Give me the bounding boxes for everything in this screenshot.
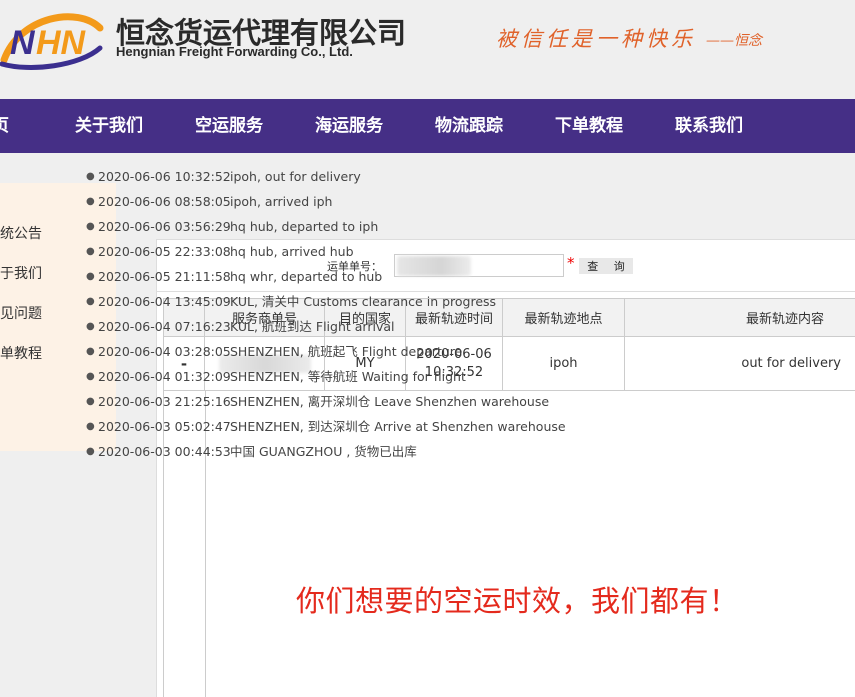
required-mark: * <box>567 254 575 272</box>
event-time: 2020-06-06 10:32:52 <box>98 169 231 184</box>
query-button[interactable]: 查 询 <box>579 258 633 274</box>
slogan: 被信任是一种快乐 <box>496 27 696 51</box>
nav-item-air-freight[interactable]: 空运服务 <box>195 99 263 153</box>
event-item: ● 2020-06-04 03:28:05SHENZHEN, 航班起飞 Fligh… <box>86 339 566 364</box>
company-logo-icon[interactable]: N HN <box>0 8 104 70</box>
column-header-latest-content: 最新轨迹内容 <box>624 298 855 337</box>
event-item: ● 2020-06-03 00:44:53中国 GUANGZHOU , 货物已出库 <box>86 439 566 464</box>
bullet-icon: ● <box>86 346 95 357</box>
event-description: SHENZHEN, 离开深圳仓 Leave Shenzhen warehouse <box>230 394 550 409</box>
event-item: ● 2020-06-06 10:32:52ipoh, out for delive… <box>86 164 566 189</box>
event-time: 2020-06-03 21:25:16 <box>98 394 231 409</box>
event-time: 2020-06-06 03:56:29 <box>98 219 231 234</box>
event-description: SHENZHEN, 航班起飞 Flight departure <box>230 344 463 359</box>
event-time: 2020-06-03 00:44:53 <box>98 444 231 459</box>
event-description: ipoh, out for delivery <box>230 169 361 184</box>
site-header: N HN 恒念货运代理有限公司 Hengnian Freight Forward… <box>0 0 855 99</box>
event-description: KUL, 航班到达 Flight arrival <box>230 319 395 334</box>
event-description: hq whr, departed to hub <box>230 269 383 284</box>
bullet-icon: ● <box>86 396 95 407</box>
event-item: ● 2020-06-03 05:02:47SHENZHEN, 到达深圳仓 Arri… <box>86 414 566 439</box>
nav-item-contact[interactable]: 联系我们 <box>675 99 743 153</box>
slogan-signature: ——恒念 <box>706 33 762 49</box>
event-item: ● 2020-06-05 21:11:58hq whr, departed to … <box>86 264 566 289</box>
bullet-icon: ● <box>86 196 95 207</box>
sidebar-item-announcements[interactable]: 统公告 <box>0 223 42 243</box>
event-time: 2020-06-04 03:28:05 <box>98 344 231 359</box>
event-description: KUL, 清关中 Customs clearance in progress <box>230 294 497 309</box>
event-item: ● 2020-06-06 08:58:05ipoh, arrived iph <box>86 189 566 214</box>
bullet-icon: ● <box>86 371 95 382</box>
event-description: SHENZHEN, 到达深圳仓 Arrive at Shenzhen wareh… <box>230 419 566 434</box>
promo-overlay-caption: 你们想要的空运时效，我们都有！ <box>296 584 739 618</box>
bullet-icon: ● <box>86 171 95 182</box>
event-description: hq hub, arrived hub <box>230 244 354 259</box>
logo-letters: HN <box>36 24 87 62</box>
main-navigation: 页 关于我们 空运服务 海运服务 物流跟踪 下单教程 联系我们 <box>0 99 855 153</box>
event-time: 2020-06-04 13:45:09 <box>98 294 231 309</box>
event-time: 2020-06-04 07:16:23 <box>98 319 231 334</box>
bullet-icon: ● <box>86 421 95 432</box>
latest-content-cell: out for delivery <box>624 336 855 391</box>
nav-item-tracking[interactable]: 物流跟踪 <box>435 99 503 153</box>
bullet-icon: ● <box>86 296 95 307</box>
sidebar-item-faq[interactable]: 见问题 <box>0 303 42 323</box>
latest-content-text: out for delivery <box>741 356 841 371</box>
event-description: 中国 GUANGZHOU , 货物已出库 <box>230 444 417 459</box>
bullet-icon: ● <box>86 221 95 232</box>
bullet-icon: ● <box>86 271 95 282</box>
sidebar-item-about[interactable]: 于我们 <box>0 263 42 283</box>
event-item: ● 2020-06-06 03:56:29hq hub, departed to … <box>86 214 566 239</box>
nav-item-home[interactable]: 页 <box>0 99 9 153</box>
event-item: ● 2020-06-03 21:25:16SHENZHEN, 离开深圳仓 Leav… <box>86 389 566 414</box>
event-time: 2020-06-05 22:33:08 <box>98 244 231 259</box>
event-item: ● 2020-06-04 13:45:09KUL, 清关中 Customs cle… <box>86 289 566 314</box>
event-description: SHENZHEN, 等待航班 Waiting for flight <box>230 369 466 384</box>
bullet-icon: ● <box>86 321 95 332</box>
event-item: ● 2020-06-05 22:33:08hq hub, arrived hub <box>86 239 566 264</box>
event-time: 2020-06-04 01:32:09 <box>98 369 231 384</box>
event-time: 2020-06-06 08:58:05 <box>98 194 231 209</box>
nav-item-about[interactable]: 关于我们 <box>75 99 143 153</box>
brand-name-english: Hengnian Freight Forwarding Co., Ltd. <box>116 44 353 59</box>
event-item: ● 2020-06-04 01:32:09SHENZHEN, 等待航班 Waiti… <box>86 364 566 389</box>
event-item: ● 2020-06-04 07:16:23KUL, 航班到达 Flight arr… <box>86 314 566 339</box>
nav-item-order-guide[interactable]: 下单教程 <box>555 99 623 153</box>
event-description: ipoh, arrived iph <box>230 194 333 209</box>
tracking-events-list: ● 2020-06-06 10:32:52ipoh, out for delive… <box>86 164 566 464</box>
nav-item-sea-freight[interactable]: 海运服务 <box>315 99 383 153</box>
event-description: hq hub, departed to iph <box>230 219 379 234</box>
bullet-icon: ● <box>86 446 95 457</box>
svg-text:N: N <box>10 24 36 62</box>
bullet-icon: ● <box>86 246 95 257</box>
event-time: 2020-06-05 21:11:58 <box>98 269 231 284</box>
event-time: 2020-06-03 05:02:47 <box>98 419 231 434</box>
sidebar-item-order-guide[interactable]: 单教程 <box>0 343 42 363</box>
